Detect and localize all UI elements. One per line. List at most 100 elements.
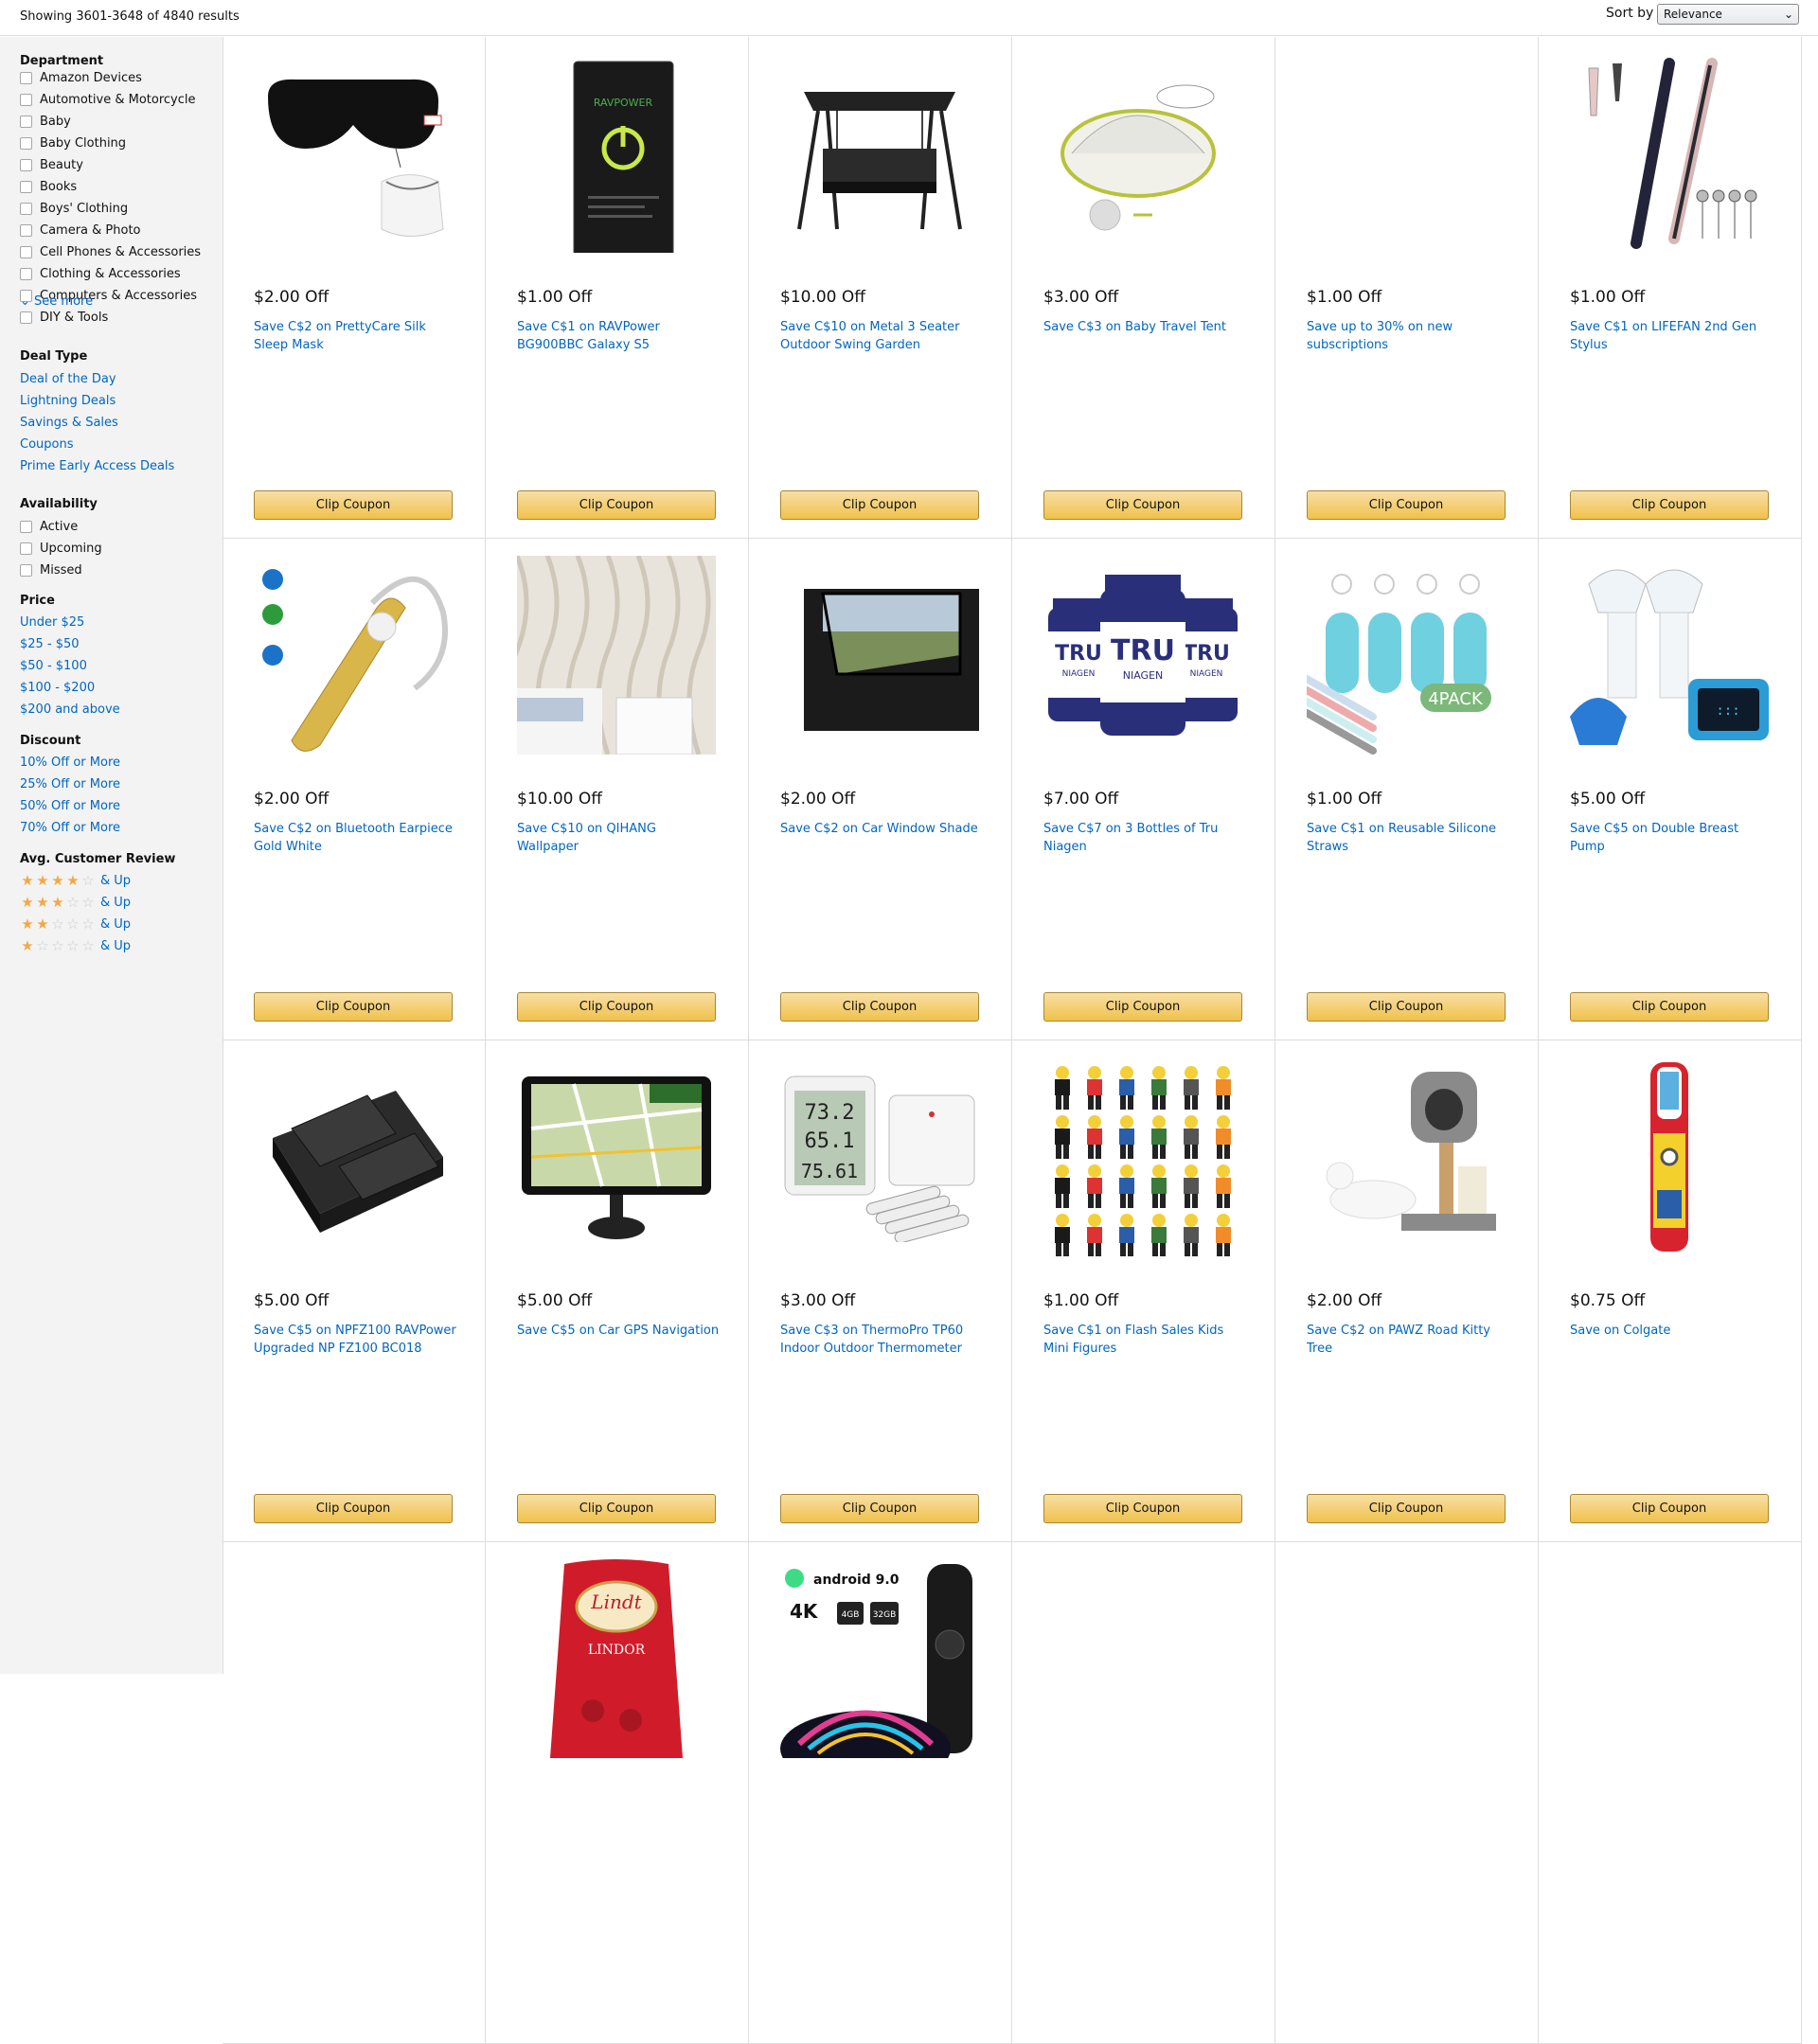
product-image[interactable]: :::	[1570, 556, 1769, 755]
deal-title-link[interactable]: Save C$3 on ThermoPro TP60 Indoor Outdoo…	[780, 1322, 984, 1358]
clip-coupon-button[interactable]: Clip Coupon	[517, 1494, 716, 1523]
product-image[interactable]	[1570, 1058, 1769, 1256]
deal-title-link[interactable]: Save C$5 on NPFZ100 RAVPower Upgraded NP…	[254, 1322, 457, 1358]
department-option[interactable]: Boys' Clothing	[20, 199, 128, 218]
product-image[interactable]	[254, 556, 453, 755]
product-image[interactable]	[1043, 1058, 1242, 1256]
product-image[interactable]	[1043, 1559, 1242, 1758]
department-option[interactable]: Beauty	[20, 155, 83, 174]
checkbox[interactable]	[20, 267, 32, 280]
clip-coupon-button[interactable]: Clip Coupon	[780, 1494, 979, 1523]
clip-coupon-button[interactable]: Clip Coupon	[517, 490, 716, 520]
department-option[interactable]: Automotive & Motorcycle	[20, 90, 195, 109]
checkbox[interactable]	[20, 115, 32, 128]
clip-coupon-button[interactable]: Clip Coupon	[1570, 992, 1769, 1022]
department-option[interactable]: Books	[20, 177, 77, 196]
checkbox[interactable]	[20, 158, 32, 171]
product-image[interactable]	[1570, 1559, 1769, 1758]
clip-coupon-button[interactable]: Clip Coupon	[1570, 1494, 1769, 1523]
product-image[interactable]: RAVPOWER	[517, 54, 716, 253]
checkbox[interactable]	[20, 245, 32, 258]
deal-title-link[interactable]: Save C$1 on RAVPower BG900BBC Galaxy S5 …	[517, 318, 721, 356]
deal-title-link[interactable]: Save up to 30% on new subscriptions	[1307, 318, 1510, 354]
clip-coupon-button[interactable]: Clip Coupon	[517, 992, 716, 1022]
clip-coupon-button[interactable]: Clip Coupon	[780, 992, 979, 1022]
review-filter[interactable]: ★ ★ ★ ☆ ☆ & Up	[20, 893, 131, 912]
deal-type-link[interactable]: Savings & Sales	[20, 416, 118, 430]
clip-coupon-button[interactable]: Clip Coupon	[1307, 992, 1506, 1022]
availability-option[interactable]: Active	[20, 517, 78, 536]
department-option[interactable]: Cell Phones & Accessories	[20, 242, 201, 261]
product-image[interactable]	[254, 1559, 453, 1758]
checkbox[interactable]	[20, 542, 32, 555]
deal-title-link[interactable]: Save C$5 on Double Breast Pump	[1570, 820, 1773, 856]
product-image[interactable]	[254, 1058, 453, 1256]
product-image[interactable]	[780, 556, 979, 755]
deal-title-link[interactable]: Save C$2 on Car Window Shade	[780, 820, 984, 838]
see-more-link[interactable]: ⌄ See more	[20, 294, 93, 309]
department-option[interactable]: DIY & Tools	[20, 308, 108, 327]
department-option[interactable]: Camera & Photo	[20, 221, 141, 240]
deal-title-link[interactable]: Save C$1 on Flash Sales Kids Mini Figure…	[1043, 1322, 1247, 1358]
product-image[interactable]: Lindt LINDOR	[517, 1559, 716, 1758]
checkbox[interactable]	[20, 202, 32, 215]
deal-title-link[interactable]: Save C$7 on 3 Bottles of Tru Niagen	[1043, 820, 1247, 856]
clip-coupon-button[interactable]: Clip Coupon	[254, 1494, 453, 1523]
discount-link[interactable]: 10% Off or More	[20, 755, 120, 770]
product-image[interactable]: 4PACK	[1307, 556, 1506, 755]
product-image[interactable]	[1043, 54, 1242, 253]
deal-title-link[interactable]: Save C$10 on QIHANG Wallpaper	[517, 820, 721, 856]
deal-title-link[interactable]: Save C$2 on PAWZ Road Kitty Tree	[1307, 1322, 1510, 1358]
deal-title-link[interactable]: Save C$1 on LIFEFAN 2nd Gen Stylus	[1570, 318, 1773, 354]
product-image[interactable]	[1570, 54, 1769, 253]
checkbox[interactable]	[20, 223, 32, 237]
price-link[interactable]: $50 - $100	[20, 659, 87, 673]
discount-link[interactable]: 70% Off or More	[20, 821, 120, 835]
clip-coupon-button[interactable]: Clip Coupon	[1043, 992, 1242, 1022]
checkbox[interactable]	[20, 520, 32, 533]
deal-title-link[interactable]: Save C$2 on Bluetooth Earpiece Gold Whit…	[254, 820, 457, 856]
checkbox[interactable]	[20, 563, 32, 577]
checkbox[interactable]	[20, 180, 32, 193]
price-link[interactable]: $25 - $50	[20, 637, 80, 651]
deal-title-link[interactable]: Save C$2 on PrettyCare Silk Sleep Mask	[254, 318, 457, 354]
availability-option[interactable]: Upcoming	[20, 539, 102, 558]
deal-title-link[interactable]: Save C$3 on Baby Travel Tent	[1043, 318, 1247, 336]
availability-option[interactable]: Missed	[20, 560, 82, 579]
discount-link[interactable]: 50% Off or More	[20, 799, 120, 813]
deal-title-link[interactable]: Save C$1 on Reusable Silicone Straws	[1307, 820, 1510, 856]
deal-title-link[interactable]: Save C$10 on Metal 3 Seater Outdoor Swin…	[780, 318, 984, 356]
department-option[interactable]: Baby	[20, 112, 71, 131]
product-image[interactable]: 73.2 65.1 75.61	[780, 1058, 979, 1256]
review-filter[interactable]: ★ ★ ☆ ☆ ☆ & Up	[20, 915, 131, 933]
deal-type-link[interactable]: Lightning Deals	[20, 394, 116, 408]
sort-select[interactable]: Relevance ⌄	[1657, 4, 1799, 25]
product-image[interactable]: android 9.0 4K 4GB 32GB	[780, 1559, 979, 1758]
deal-title-link[interactable]: Save on Colgate	[1570, 1322, 1773, 1340]
product-image[interactable]	[517, 1058, 716, 1256]
clip-coupon-button[interactable]: Clip Coupon	[1043, 1494, 1242, 1523]
department-option[interactable]: Clothing & Accessories	[20, 264, 181, 283]
clip-coupon-button[interactable]: Clip Coupon	[1307, 490, 1506, 520]
deal-type-link[interactable]: Deal of the Day	[20, 372, 116, 386]
product-image[interactable]	[780, 54, 979, 253]
product-image[interactable]	[1307, 1058, 1506, 1256]
checkbox[interactable]	[20, 93, 32, 106]
clip-coupon-button[interactable]: Clip Coupon	[254, 992, 453, 1022]
price-link[interactable]: $100 - $200	[20, 681, 95, 695]
clip-coupon-button[interactable]: Clip Coupon	[1307, 1494, 1506, 1523]
product-image[interactable]	[1307, 54, 1506, 253]
product-image[interactable]	[517, 556, 716, 755]
product-image[interactable]: TRU NIAGEN TRU NIAGEN TRU NIAGEN	[1043, 556, 1242, 755]
department-option[interactable]: Baby Clothing	[20, 133, 126, 152]
checkbox[interactable]	[20, 71, 32, 84]
review-filter[interactable]: ★ ★ ★ ★ ☆ & Up	[20, 871, 131, 890]
price-link[interactable]: $200 and above	[20, 702, 120, 717]
price-link[interactable]: Under $25	[20, 615, 84, 630]
department-option[interactable]: Amazon Devices	[20, 68, 142, 87]
deal-type-link[interactable]: Prime Early Access Deals	[20, 459, 174, 473]
product-image[interactable]	[254, 54, 453, 253]
discount-link[interactable]: 25% Off or More	[20, 777, 120, 791]
clip-coupon-button[interactable]: Clip Coupon	[780, 490, 979, 520]
review-filter[interactable]: ★ ☆ ☆ ☆ ☆ & Up	[20, 936, 131, 955]
